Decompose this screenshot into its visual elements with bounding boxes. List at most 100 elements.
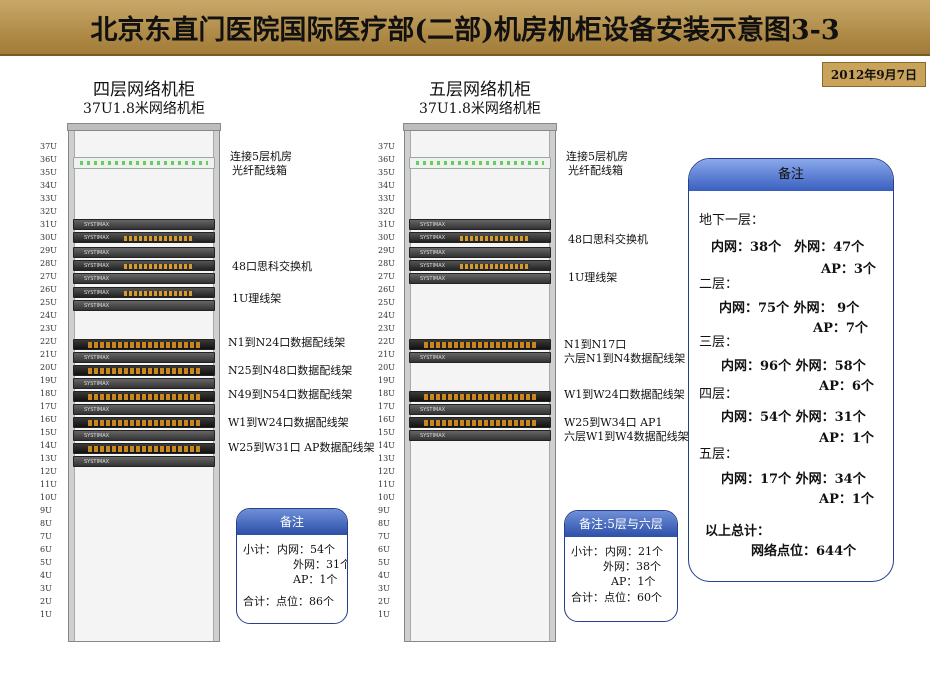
left-label-p4: W1到W24口数据配线架 xyxy=(228,416,349,429)
right-note-ap: AP：1个 xyxy=(611,575,656,588)
page-title: 北京东直门医院国际医疗部(二部)机房机柜设备安装示意图3-3 xyxy=(90,15,840,46)
summary-floor-line1: 内网：96个 外网：58个 xyxy=(721,359,866,374)
left-cable-manager: SYSTIMAX xyxy=(73,352,215,363)
u-label: 34U xyxy=(40,181,57,190)
right-cable-manager: SYSTIMAX xyxy=(409,352,551,363)
left-label-p2: N25到N48口数据配线架 xyxy=(228,364,353,377)
u-label: 29U xyxy=(40,246,57,255)
u-label: 19U xyxy=(40,376,57,385)
summary-total-label: 以上总计： xyxy=(705,524,771,539)
right-switch: SYSTIMAX xyxy=(409,232,551,243)
left-label-p3: N49到N54口数据配线架 xyxy=(228,388,353,401)
summary-note: 备注 地下一层： 内网：38个 外网：47个 AP：3个 二层： 内网：75个 … xyxy=(688,158,894,582)
left-fiber-box xyxy=(73,157,215,169)
u-label: 1U xyxy=(40,610,52,619)
summary-floor-line1: 内网：38个 外网：47个 xyxy=(711,240,865,255)
right-note: 备注:5层与六层 小计： 内网：21个 外网：38个 AP：1个 合计：点位：6… xyxy=(564,510,678,622)
left-label-p1: N1到N24口数据配线架 xyxy=(228,336,346,349)
right-note-inner: 内网：21个 xyxy=(605,545,663,558)
u-label: 7U xyxy=(40,532,52,541)
summary-floor-line1: 内网：75个 外网： 9个 xyxy=(719,301,860,316)
u-label: 28U xyxy=(40,259,57,268)
u-label: 31U xyxy=(40,220,57,229)
summary-floor-line2: AP：3个 xyxy=(821,262,876,277)
left-cable-manager: SYSTIMAX xyxy=(73,378,215,389)
u-label: 24U xyxy=(40,311,57,320)
right-cable-manager: SYSTIMAX xyxy=(409,404,551,415)
u-label: 3U xyxy=(40,584,52,593)
left-patch-panel xyxy=(73,339,215,350)
left-note-title: 备注 xyxy=(237,509,347,535)
left-label-p5: W25到W31口 AP数据配线架 xyxy=(228,441,375,454)
right-rack-title: 五层网络机柜 37U1.8米网络机柜 xyxy=(390,80,570,118)
u-label: 27U xyxy=(40,272,57,281)
right-rack-top xyxy=(403,123,557,131)
left-rack-spec: 37U1.8米网络机柜 xyxy=(83,101,205,117)
left-cable-manager: SYSTIMAX xyxy=(73,430,215,441)
u-label: 37U xyxy=(40,142,57,151)
summary-floor-name: 五层： xyxy=(699,447,739,462)
u-label: 9U xyxy=(40,506,52,515)
right-label-p1b: 六层N1到N4数据配线架 xyxy=(564,352,686,365)
summary-floor-name: 三层： xyxy=(699,335,739,350)
left-note: 备注 小计： 内网：54个 外网：31个 AP：1个 合计：点位：86个 xyxy=(236,508,348,624)
summary-floor-name: 四层： xyxy=(699,387,739,402)
summary-floor-line2: AP：7个 xyxy=(813,321,868,336)
u-label: 6U xyxy=(40,545,52,554)
u-label: 12U xyxy=(40,467,57,476)
u-label: 21U xyxy=(40,350,57,359)
left-cable-manager: SYSTIMAX xyxy=(73,404,215,415)
right-cable-manager: SYSTIMAX xyxy=(409,247,551,258)
right-cable-manager: SYSTIMAX xyxy=(409,219,551,230)
right-patch-panel xyxy=(409,339,551,350)
left-note-outer: 外网：31个 xyxy=(293,558,348,571)
u-label: 25U xyxy=(40,298,57,307)
left-note-subtotal: 小计： xyxy=(243,543,276,556)
summary-floor-line1: 内网：54个 外网：31个 xyxy=(721,410,866,425)
u-label: 10U xyxy=(40,493,57,502)
right-label-p3: W25到W34口 AP1 xyxy=(564,416,663,429)
right-note-outer: 外网：38个 xyxy=(603,560,661,573)
left-switch: SYSTIMAX xyxy=(73,232,215,243)
left-note-ap: AP：1个 xyxy=(293,573,338,586)
u-label: 32U xyxy=(40,207,57,216)
u-label: 5U xyxy=(40,558,52,567)
left-cable-manager: SYSTIMAX xyxy=(73,219,215,230)
summary-floor-line2: AP：1个 xyxy=(819,492,874,507)
date-badge: 2012年9月7日 xyxy=(821,62,926,87)
right-switch: SYSTIMAX xyxy=(409,260,551,271)
right-cable-manager: SYSTIMAX xyxy=(409,430,551,441)
u-label: 2U xyxy=(40,597,52,606)
left-patch-panel xyxy=(73,443,215,454)
right-fiber-box xyxy=(409,157,551,169)
summary-title: 备注 xyxy=(689,159,893,191)
left-label-manager: 1U理线架 xyxy=(232,292,282,305)
summary-floor-line2: AP：1个 xyxy=(819,431,874,446)
right-note-total: 合计：点位：60个 xyxy=(571,591,662,604)
left-rack-name: 四层网络机柜 xyxy=(93,80,195,100)
u-label: 18U xyxy=(40,389,57,398)
left-patch-panel xyxy=(73,391,215,402)
right-label-p2: W1到W24口数据配线架 xyxy=(564,388,685,401)
left-note-inner: 内网：54个 xyxy=(277,543,335,556)
u-label: 8U xyxy=(40,519,52,528)
left-patch-panel xyxy=(73,365,215,376)
u-label: 13U xyxy=(40,454,57,463)
left-label-switch: 48口思科交换机 xyxy=(232,260,312,273)
right-patch-panel xyxy=(409,417,551,428)
u-label: 15U xyxy=(40,428,57,437)
right-label-fiber2: 光纤配线箱 xyxy=(568,164,623,177)
u-label: 14U xyxy=(40,441,57,450)
left-rack-top xyxy=(67,123,221,131)
right-label-p3b: 六层W1到W4数据配线架 xyxy=(564,430,689,443)
u-label: 33U xyxy=(40,194,57,203)
left-patch-panel xyxy=(73,417,215,428)
summary-total-value: 网络点位：644个 xyxy=(751,544,857,559)
u-label: 23U xyxy=(40,324,57,333)
u-label: 22U xyxy=(40,337,57,346)
left-note-total: 合计：点位：86个 xyxy=(243,595,334,608)
left-switch: SYSTIMAX xyxy=(73,287,215,298)
u-label: 4U xyxy=(40,571,52,580)
u-label: 26U xyxy=(40,285,57,294)
right-cable-manager: SYSTIMAX xyxy=(409,273,551,284)
